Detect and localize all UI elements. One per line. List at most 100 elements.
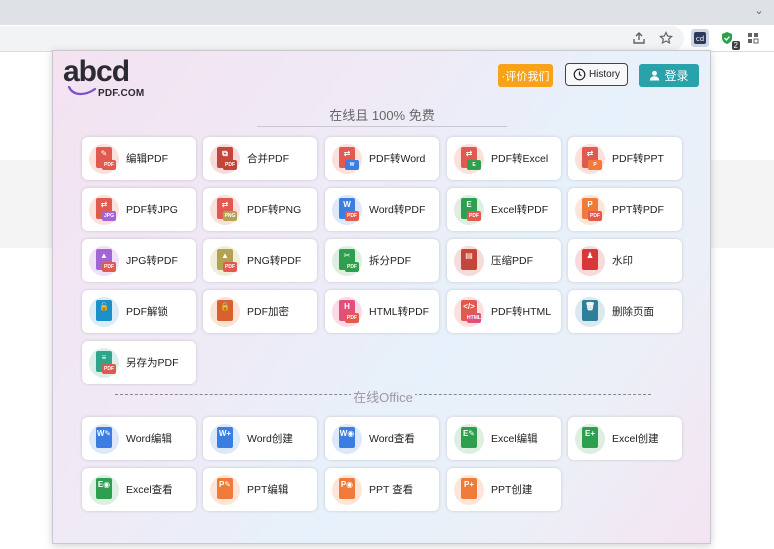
excel-create-icon: E+ xyxy=(575,423,605,454)
ppt-view-icon: P◉ xyxy=(332,474,362,505)
excel-to-pdf-icon: E PDF xyxy=(454,194,484,225)
tool-card-label: HTML转PDF xyxy=(369,306,430,318)
tool-card-label: PPT创建 xyxy=(491,484,533,496)
share-icon[interactable] xyxy=(630,29,648,47)
pdf-to-html-icon: </> HTML xyxy=(454,296,484,327)
delete-pages-icon: 🗑 xyxy=(575,296,605,327)
logo-domain: PDF.COM xyxy=(98,88,145,99)
logo-wordmark: abcd xyxy=(63,55,130,88)
chevron-down-icon[interactable]: ⌄ xyxy=(752,4,766,18)
tool-card[interactable]: W✎ Word编辑 xyxy=(82,417,196,460)
svg-text:cd: cd xyxy=(696,35,704,43)
tool-card-label: PDF转PPT xyxy=(612,153,664,165)
tool-card[interactable]: 🔒 PDF加密 xyxy=(203,290,317,333)
logo-swoosh-icon xyxy=(67,85,97,96)
abcdpdf-logo[interactable]: abcd PDF.COM xyxy=(63,55,147,100)
login-button[interactable]: 登录 xyxy=(639,64,699,87)
tool-card[interactable]: </> HTML PDF转HTML xyxy=(447,290,561,333)
tool-card[interactable]: ♟ 水印 xyxy=(568,239,682,282)
history-button[interactable]: History xyxy=(565,63,628,86)
tool-card[interactable]: ⇄ PNG PDF转PNG xyxy=(203,188,317,231)
tool-card[interactable]: H PDF HTML转PDF xyxy=(325,290,439,333)
tool-card[interactable]: 🔓 PDF解锁 xyxy=(82,290,196,333)
tool-card[interactable]: ▲ PDF JPG转PDF xyxy=(82,239,196,282)
rate-us-button[interactable]: ·评价我们 xyxy=(498,64,553,87)
extension-badge: 2 xyxy=(731,41,740,50)
tool-card[interactable]: W+ Word创建 xyxy=(203,417,317,460)
tool-card[interactable]: P◉ PPT 查看 xyxy=(325,468,439,511)
tool-card[interactable]: ≡ PDF 另存为PDF xyxy=(82,341,196,384)
merge-pdf-icon: ⧉ PDF xyxy=(210,143,240,174)
tool-card[interactable]: W◉ Word查看 xyxy=(325,417,439,460)
tool-card[interactable]: ▲ PDF PNG转PDF xyxy=(203,239,317,282)
tool-card-label: JPG转PDF xyxy=(126,255,178,267)
user-icon xyxy=(650,70,660,81)
word-view-icon: W◉ xyxy=(332,423,362,454)
tool-card-label: PPT编辑 xyxy=(247,484,289,496)
tool-card-label: Excel创建 xyxy=(612,433,659,445)
abcdpdf-extension-icon[interactable]: cd xyxy=(691,29,709,47)
excel-view-icon: E◉ xyxy=(89,474,119,505)
png-to-pdf-icon: ▲ PDF xyxy=(210,245,240,276)
tool-card[interactable]: ⧉ PDF 合并PDF xyxy=(203,137,317,180)
tool-card-label: Word编辑 xyxy=(126,433,172,445)
tagline: 在线且 100% 免费 xyxy=(329,108,435,123)
tool-card-label: PPT 查看 xyxy=(369,484,414,496)
extension-popup: abcd PDF.COM ·评价我们 History 登录 在线且 100% 免… xyxy=(52,50,711,544)
ppt-create-icon: P+ xyxy=(454,474,484,505)
tool-card-label: 水印 xyxy=(612,255,633,267)
unlock-pdf-icon: 🔓 xyxy=(89,296,119,327)
excel-edit-icon: E✎ xyxy=(454,423,484,454)
tool-card[interactable]: ⇄ JPG PDF转JPG xyxy=(82,188,196,231)
tool-card[interactable]: ▤ 压缩PDF xyxy=(447,239,561,282)
tool-card-label: Excel查看 xyxy=(126,484,173,496)
tool-card-label: PDF转Excel xyxy=(491,153,549,165)
tool-card-label: 另存为PDF xyxy=(126,357,179,369)
tool-card-label: Word创建 xyxy=(247,433,293,445)
tool-card[interactable]: E✎ Excel编辑 xyxy=(447,417,561,460)
tool-card[interactable]: 🗑 删除页面 xyxy=(568,290,682,333)
edit-pdf-icon: ✎ PDF xyxy=(89,143,119,174)
pdf-to-excel-icon: ⇄ E xyxy=(454,143,484,174)
tool-card-label: 合并PDF xyxy=(247,153,289,165)
compress-pdf-icon: ▤ xyxy=(454,245,484,276)
bookmark-star-icon[interactable] xyxy=(657,29,675,47)
ppt-edit-icon: P✎ xyxy=(210,474,240,505)
jpg-to-pdf-icon: ▲ PDF xyxy=(89,245,119,276)
tool-card-label: PNG转PDF xyxy=(247,255,302,267)
pdf-to-jpg-icon: ⇄ JPG xyxy=(89,194,119,225)
tool-card[interactable]: P PDF PPT转PDF xyxy=(568,188,682,231)
tool-card-label: PDF转PNG xyxy=(247,204,302,216)
ppt-to-pdf-icon: P PDF xyxy=(575,194,605,225)
tool-card[interactable]: ⇄ W PDF转Word xyxy=(325,137,439,180)
split-pdf-icon: ✂ PDF xyxy=(332,245,362,276)
tool-card[interactable]: ⇄ P PDF转PPT xyxy=(568,137,682,180)
history-label: History xyxy=(588,69,621,80)
tool-card-label: 编辑PDF xyxy=(126,153,168,165)
tool-card[interactable]: P+ PPT创建 xyxy=(447,468,561,511)
pdf-to-png-icon: ⇄ PNG xyxy=(210,194,240,225)
tool-card-label: Excel转PDF xyxy=(491,204,549,216)
pdf-to-word-icon: ⇄ W xyxy=(332,143,362,174)
tool-card[interactable]: ⇄ E PDF转Excel xyxy=(447,137,561,180)
tool-card[interactable]: W PDF Word转PDF xyxy=(325,188,439,231)
address-bar[interactable] xyxy=(0,26,684,51)
tool-card-label: PDF转HTML xyxy=(491,306,552,318)
word-to-pdf-icon: W PDF xyxy=(332,194,362,225)
tool-card-label: PDF转Word xyxy=(369,153,426,165)
watermark-icon: ♟ xyxy=(575,245,605,276)
tool-card-label: Word转PDF xyxy=(369,204,426,216)
tool-card-label: 删除页面 xyxy=(612,306,654,318)
tool-card[interactable]: E+ Excel创建 xyxy=(568,417,682,460)
tool-card[interactable]: ✂ PDF 拆分PDF xyxy=(325,239,439,282)
extensions-puzzle-icon[interactable] xyxy=(744,29,762,47)
html-to-pdf-icon: H PDF xyxy=(332,296,362,327)
tool-card-label: 压缩PDF xyxy=(491,255,533,267)
word-edit-icon: W✎ xyxy=(89,423,119,454)
tool-card[interactable]: ✎ PDF 编辑PDF xyxy=(82,137,196,180)
shield-extension-icon[interactable]: 2 xyxy=(718,29,740,50)
tool-card[interactable]: E◉ Excel查看 xyxy=(82,468,196,511)
tool-card[interactable]: P✎ PPT编辑 xyxy=(203,468,317,511)
tool-card-label: Excel编辑 xyxy=(491,433,538,445)
tool-card[interactable]: E PDF Excel转PDF xyxy=(447,188,561,231)
